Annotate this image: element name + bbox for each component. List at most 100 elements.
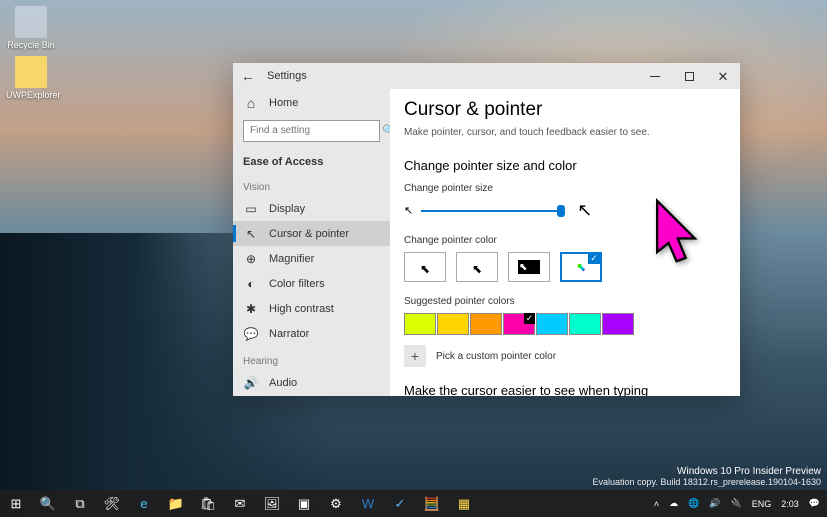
- section-vision: Vision: [233, 172, 390, 197]
- taskbar-app-tools[interactable]: 🛠: [96, 490, 128, 517]
- taskbar-app-word[interactable]: W: [352, 490, 384, 517]
- pointer-scheme-white[interactable]: [404, 252, 446, 282]
- sidebar-item-audio[interactable]: 🔊 Audio: [233, 371, 390, 396]
- sidebar-item-label: Color filters: [269, 278, 325, 290]
- color-swatch[interactable]: [503, 313, 535, 335]
- watermark-line2: Evaluation copy. Build 18312.rs_prerelea…: [593, 477, 822, 487]
- home-icon: [243, 95, 259, 111]
- sidebar-item-narrator[interactable]: 💬 Narrator: [233, 321, 390, 346]
- folder-icon: [15, 56, 47, 88]
- watermark-line1: Windows 10 Pro Insider Preview: [593, 466, 822, 477]
- minimize-button[interactable]: [638, 63, 672, 89]
- cursor-icon: ↖: [243, 226, 259, 242]
- sidebar-item-label: Narrator: [269, 328, 309, 340]
- custom-color-label: Pick a custom pointer color: [436, 351, 556, 362]
- tray-language[interactable]: ENG: [749, 499, 775, 509]
- taskbar-app-photos[interactable]: 🖼: [256, 490, 288, 517]
- close-icon: ✕: [718, 70, 729, 83]
- narrator-icon: 💬: [243, 326, 259, 342]
- search-icon: 🔍: [382, 124, 390, 137]
- maximize-icon: [685, 72, 694, 81]
- tray-action-center-icon[interactable]: 💬: [806, 498, 823, 509]
- tray-onedrive-icon[interactable]: ☁: [666, 498, 681, 509]
- desktop-icon-recycle-bin[interactable]: Recycle Bin: [6, 6, 56, 50]
- custom-color-row: + Pick a custom pointer color: [404, 345, 726, 367]
- window-title: Settings: [267, 70, 307, 82]
- add-custom-color-button[interactable]: +: [404, 345, 426, 367]
- taskbar-app-explorer[interactable]: 📁: [160, 490, 192, 517]
- monitor-icon: ▭: [243, 201, 259, 217]
- sidebar-item-label: High contrast: [269, 303, 334, 315]
- watermark: Windows 10 Pro Insider Preview Evaluatio…: [593, 466, 822, 487]
- color-swatch[interactable]: [569, 313, 601, 335]
- task-view-button[interactable]: ⧉: [64, 490, 96, 517]
- field-label: Change pointer size: [404, 183, 726, 194]
- sidebar-item-label: Display: [269, 203, 305, 215]
- sidebar-item-label: Audio: [269, 377, 297, 389]
- desktop-icon-label: Recycle Bin: [6, 40, 56, 50]
- taskbar-app-settings[interactable]: ⚙: [320, 490, 352, 517]
- pointer-size-slider[interactable]: [421, 210, 561, 212]
- start-button[interactable]: ⊞: [0, 490, 32, 517]
- color-swatch[interactable]: [536, 313, 568, 335]
- search-input[interactable]: [250, 125, 382, 136]
- page-heading: Cursor & pointer: [404, 99, 726, 121]
- search-button[interactable]: 🔍: [32, 490, 64, 517]
- maximize-button[interactable]: [672, 63, 706, 89]
- pointer-scheme-custom[interactable]: [560, 252, 602, 282]
- color-swatch[interactable]: [404, 313, 436, 335]
- small-cursor-icon: ↖: [404, 204, 413, 217]
- preview-cursor: [650, 195, 710, 280]
- minimize-icon: [650, 76, 660, 77]
- taskbar-app-mail[interactable]: ✉: [224, 490, 256, 517]
- taskbar: ⊞ 🔍 ⧉ 🛠 e 📁 🛍 ✉ 🖼 ▣ ⚙ W ✓ 🧮 ▦ ˄ ☁ 🌐 🔊 🔌 …: [0, 490, 827, 517]
- audio-icon: 🔊: [243, 375, 259, 391]
- color-swatch[interactable]: [437, 313, 469, 335]
- close-button[interactable]: ✕: [706, 63, 740, 89]
- recycle-bin-icon: [15, 6, 47, 38]
- page-description: Make pointer, cursor, and touch feedback…: [404, 127, 726, 138]
- sidebar-item-home[interactable]: Home: [233, 91, 390, 116]
- magnifier-icon: ⊕: [243, 251, 259, 267]
- taskbar-app-notes[interactable]: ▦: [448, 490, 480, 517]
- contrast-icon: ✱: [243, 301, 259, 317]
- pointer-scheme-inverted[interactable]: [508, 252, 550, 282]
- large-cursor-icon: ↖: [577, 200, 592, 221]
- desktop-icon-label: UWPExplorer: [6, 90, 56, 100]
- tray-power-icon[interactable]: 🔌: [728, 498, 745, 509]
- section-heading: Change pointer size and color: [404, 158, 726, 173]
- section-heading: Make the cursor easier to see when typin…: [404, 383, 726, 396]
- tray-volume-icon[interactable]: 🔊: [706, 498, 723, 509]
- sidebar: Home 🔍 Ease of Access Vision ▭ Display ↖…: [233, 89, 390, 396]
- category-header: Ease of Access: [233, 150, 390, 172]
- custom-pointer-icon: [576, 258, 586, 276]
- pointer-scheme-black[interactable]: [456, 252, 498, 282]
- tray-network-icon[interactable]: 🌐: [685, 498, 702, 509]
- sidebar-item-cursor-pointer[interactable]: ↖ Cursor & pointer: [233, 221, 390, 246]
- white-pointer-icon: [420, 260, 430, 274]
- taskbar-app-todo[interactable]: ✓: [384, 490, 416, 517]
- titlebar: ← Settings ✕: [233, 63, 740, 89]
- desktop-icon-uwpexplorer[interactable]: UWPExplorer: [6, 56, 56, 100]
- sidebar-item-magnifier[interactable]: ⊕ Magnifier: [233, 246, 390, 271]
- search-box[interactable]: 🔍: [243, 120, 380, 142]
- color-swatch[interactable]: [602, 313, 634, 335]
- sidebar-item-high-contrast[interactable]: ✱ High contrast: [233, 296, 390, 321]
- taskbar-app-store[interactable]: 🛍: [192, 490, 224, 517]
- color-swatch[interactable]: [470, 313, 502, 335]
- black-pointer-icon: [472, 260, 482, 274]
- slider-thumb[interactable]: [557, 205, 565, 217]
- taskbar-app-calc[interactable]: 🧮: [416, 490, 448, 517]
- sidebar-item-display[interactable]: ▭ Display: [233, 197, 390, 222]
- taskbar-app-edge[interactable]: e: [128, 490, 160, 517]
- filter-icon: ◐: [243, 276, 259, 292]
- field-label: Suggested pointer colors: [404, 296, 726, 307]
- back-button[interactable]: ←: [233, 63, 263, 89]
- tray-clock[interactable]: 2:03: [778, 499, 802, 509]
- inverted-pointer-icon: [518, 260, 540, 274]
- tray-chevron-icon[interactable]: ˄: [651, 499, 662, 509]
- sidebar-item-color-filters[interactable]: ◐ Color filters: [233, 271, 390, 296]
- sidebar-item-label: Home: [269, 97, 298, 109]
- taskbar-app-cmd[interactable]: ▣: [288, 490, 320, 517]
- sidebar-item-label: Cursor & pointer: [269, 228, 349, 240]
